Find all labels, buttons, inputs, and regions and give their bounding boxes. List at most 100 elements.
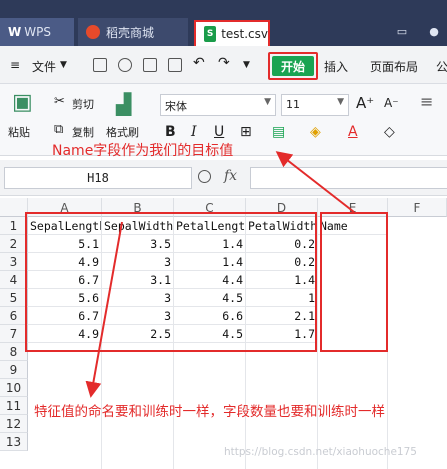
cell-d1[interactable]: PetalWidth	[246, 217, 318, 235]
print-preview-icon[interactable]	[168, 58, 182, 72]
menu-bar: ≡ 文件 ▼ ↶ ↷ ▼ 开始 插入 页面布局 公	[0, 46, 447, 84]
align-icon[interactable]: ≡	[420, 92, 433, 111]
cell-a6[interactable]: 6.7	[28, 307, 102, 325]
column-header-f[interactable]: F	[388, 198, 447, 217]
underline-button[interactable]: U	[214, 124, 224, 140]
fx-icon[interactable]: fx	[224, 168, 237, 184]
cut-button[interactable]: 剪切	[72, 96, 94, 112]
column-header-b[interactable]: B	[102, 198, 174, 217]
search-icon[interactable]	[198, 170, 211, 183]
column-header-e[interactable]: E	[318, 198, 388, 217]
cell-b1[interactable]: SepalWidth	[102, 217, 174, 235]
fill-pattern-icon[interactable]: ▤	[272, 124, 285, 140]
print-icon[interactable]	[143, 58, 157, 72]
cell-b3[interactable]: 3	[102, 253, 174, 271]
select-all-corner[interactable]	[0, 198, 28, 217]
column-header-a[interactable]: A	[28, 198, 102, 217]
fill-color-icon[interactable]: ◈	[310, 124, 321, 140]
redo-icon[interactable]: ↷	[218, 55, 230, 71]
border-icon[interactable]: ⊞	[240, 124, 252, 140]
target-annotation: Name字段作为我们的目标值	[52, 143, 234, 159]
cell-a4[interactable]: 6.7	[28, 271, 102, 289]
tab-daoke-store[interactable]: 稻壳商城	[78, 18, 188, 46]
row-header-9[interactable]: 9	[0, 361, 28, 379]
tab-bar: W WPS 稻壳商城 S test.csv ▭ ●	[0, 0, 447, 46]
row-header-13[interactable]: 13	[0, 433, 28, 451]
chevron-down-icon[interactable]: ▼	[60, 60, 67, 70]
row-header-5[interactable]: 5	[0, 289, 28, 307]
cell-d5[interactable]: 1	[246, 289, 318, 307]
cell-b5[interactable]: 3	[102, 289, 174, 307]
increase-font-icon[interactable]: A⁺	[356, 94, 374, 112]
menu-page-layout[interactable]: 页面布局	[370, 58, 418, 75]
copy-button[interactable]: 复制	[72, 124, 94, 140]
paste-icon[interactable]: ▣	[12, 90, 33, 115]
menu-file[interactable]: 文件	[32, 58, 56, 75]
menu-start[interactable]: 开始	[272, 56, 314, 76]
row-header-3[interactable]: 3	[0, 253, 28, 271]
menu-formula[interactable]: 公	[436, 58, 447, 75]
cell-d6[interactable]: 2.1	[246, 307, 318, 325]
cell-b7[interactable]: 2.5	[102, 325, 174, 343]
cell-c2[interactable]: 1.4	[174, 235, 246, 253]
chevron-down-icon: ▼	[264, 97, 271, 107]
export-icon[interactable]	[118, 58, 132, 72]
font-size-select[interactable]: 11 ▼	[281, 94, 349, 116]
bold-button[interactable]: B	[165, 124, 176, 140]
column-header-d[interactable]: D	[246, 198, 318, 217]
cell-b2[interactable]: 3.5	[102, 235, 174, 253]
cell-a7[interactable]: 4.9	[28, 325, 102, 343]
cell-c4[interactable]: 4.4	[174, 271, 246, 289]
cell-c5[interactable]: 4.5	[174, 289, 246, 307]
cell-d4[interactable]: 1.4	[246, 271, 318, 289]
column-header-c[interactable]: C	[174, 198, 246, 217]
row-header-2[interactable]: 2	[0, 235, 28, 253]
italic-button[interactable]: I	[191, 124, 197, 140]
font-color-button[interactable]: A	[348, 124, 358, 140]
eraser-icon[interactable]: ◇	[384, 124, 395, 140]
formula-input[interactable]	[250, 167, 447, 189]
cell-c6[interactable]: 6.6	[174, 307, 246, 325]
tab-label: WPS	[24, 25, 51, 39]
cell-e1[interactable]: Name	[318, 217, 388, 235]
row-header-6[interactable]: 6	[0, 307, 28, 325]
cell-a2[interactable]: 5.1	[28, 235, 102, 253]
cell-a3[interactable]: 4.9	[28, 253, 102, 271]
cell-a5[interactable]: 5.6	[28, 289, 102, 307]
decrease-font-icon[interactable]: A⁻	[384, 96, 399, 110]
cell-b6[interactable]: 3	[102, 307, 174, 325]
format-painter-icon[interactable]: ▟	[116, 92, 131, 116]
undo-icon[interactable]: ↶	[193, 55, 205, 71]
row-header-8[interactable]: 8	[0, 343, 28, 361]
more-chevron-icon[interactable]: ▼	[243, 60, 250, 70]
row-header-11[interactable]: 11	[0, 397, 28, 415]
save-icon[interactable]	[93, 58, 107, 72]
avatar-icon[interactable]: ●	[426, 24, 442, 38]
row-header-4[interactable]: 4	[0, 271, 28, 289]
font-name-select[interactable]: 宋体 ▼	[160, 94, 276, 116]
scissors-icon[interactable]: ✂	[54, 94, 65, 109]
window-icon[interactable]: ▭	[394, 24, 410, 38]
chevron-down-icon: ▼	[337, 97, 344, 107]
cell-a1[interactable]: SepalLength	[28, 217, 102, 235]
cell-d7[interactable]: 1.7	[246, 325, 318, 343]
format-painter-button[interactable]: 格式刷	[106, 124, 139, 140]
paste-button[interactable]: 粘贴	[8, 124, 30, 140]
row-header-1[interactable]: 1	[0, 217, 28, 235]
cell-c3[interactable]: 1.4	[174, 253, 246, 271]
cell-d2[interactable]: 0.2	[246, 235, 318, 253]
hamburger-icon[interactable]: ≡	[10, 58, 20, 72]
cell-c1[interactable]: PetalLength	[174, 217, 246, 235]
tab-test-csv[interactable]: S test.csv	[194, 20, 270, 46]
row-header-12[interactable]: 12	[0, 415, 28, 433]
row-header-10[interactable]: 10	[0, 379, 28, 397]
cell-d3[interactable]: 0.2	[246, 253, 318, 271]
row-header-7[interactable]: 7	[0, 325, 28, 343]
cell-c7[interactable]: 4.5	[174, 325, 246, 343]
watermark: https://blog.csdn.net/xiaohuoche175	[224, 446, 417, 458]
name-box[interactable]: H18	[4, 167, 192, 189]
tab-wps[interactable]: W WPS	[0, 18, 74, 46]
copy-icon[interactable]: ⧉	[54, 122, 63, 137]
menu-insert[interactable]: 插入	[324, 58, 348, 75]
cell-b4[interactable]: 3.1	[102, 271, 174, 289]
